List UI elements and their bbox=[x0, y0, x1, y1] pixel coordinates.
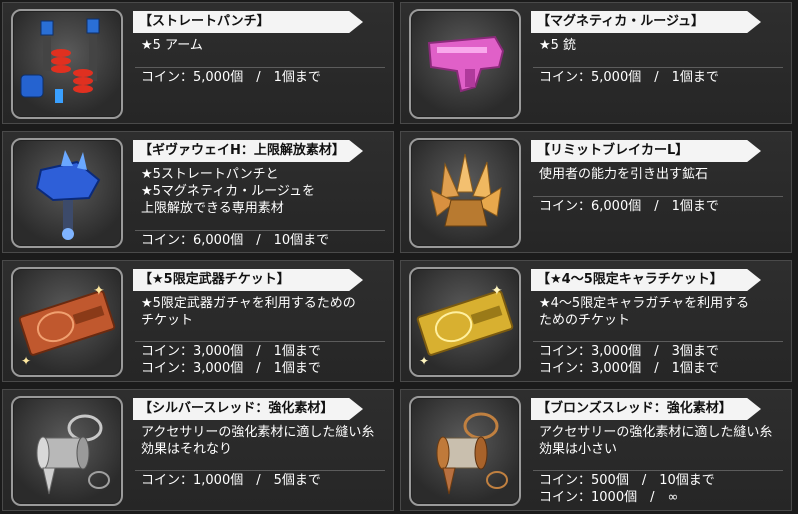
cost-line: コイン：3,000個 / 3個まで bbox=[533, 341, 783, 361]
svg-text:✦: ✦ bbox=[491, 283, 503, 299]
item-thumbnail bbox=[11, 396, 123, 506]
cost-line: コイン：1,000個 / 5個まで bbox=[135, 470, 385, 490]
item-thumbnail bbox=[11, 138, 123, 248]
shop-item-grid: 【ストレートパンチ】 ★5 アーム コイン：5,000個 / 1個まで 【マグネ… bbox=[0, 0, 798, 514]
item-title: 【ブロンズスレッド：強化素材】 bbox=[531, 398, 761, 420]
item-title: 【★5限定武器チケット】 bbox=[133, 269, 363, 291]
item-description: アクセサリーの強化素材に適した縫い糸 効果はそれなり bbox=[141, 425, 375, 457]
item-thumbnail: ✦ ✦ bbox=[11, 267, 123, 377]
svg-text:✦: ✦ bbox=[419, 354, 429, 368]
item-description: ★5 銃 bbox=[539, 38, 577, 53]
bronze-spool-icon bbox=[436, 412, 508, 495]
item-title: 【ギヴァウェイH：上限解放素材】 bbox=[133, 140, 363, 162]
item-description: ★5限定武器ガチャを利用するための チケット bbox=[141, 296, 356, 328]
item-description: ★5 アーム bbox=[141, 38, 203, 53]
item-title: 【マグネティカ・ルージュ】 bbox=[531, 11, 761, 33]
item-thumbnail bbox=[409, 138, 521, 248]
item-description: ★5ストレートパンチと ★5マグネティカ・ルージュを 上限解放できる専用素材 bbox=[141, 167, 315, 216]
cost-line: コイン：1000個 / ∞ bbox=[539, 490, 679, 505]
item-costs: コイン：500個 / 10個まで コイン：1000個 / ∞ bbox=[533, 470, 783, 507]
shop-item-card-star45-character-ticket[interactable]: ✦ ✦ 【★4～5限定キャラチケット】 ★4～5限定キャラガチャを利用する ため… bbox=[400, 260, 792, 382]
item-thumbnail bbox=[11, 9, 123, 119]
gold-ticket-icon: ✦ ✦ bbox=[416, 283, 514, 368]
svg-text:✦: ✦ bbox=[93, 283, 105, 299]
item-thumbnail: ✦ ✦ bbox=[409, 267, 521, 377]
svg-text:✦: ✦ bbox=[21, 354, 31, 368]
item-costs: コイン：6,000個 / 10個まで bbox=[135, 230, 385, 250]
shop-item-card-magnetica-rouge[interactable]: 【マグネティカ・ルージュ】 ★5 銃 コイン：5,000個 / 1個まで bbox=[400, 2, 792, 124]
shop-item-card-straight-punch[interactable]: 【ストレートパンチ】 ★5 アーム コイン：5,000個 / 1個まで bbox=[2, 2, 394, 124]
cost-line: コイン：6,000個 / 10個まで bbox=[135, 230, 385, 250]
item-description: 使用者の能力を引き出す鉱石 bbox=[539, 167, 709, 182]
item-title: 【シルバースレッド：強化素材】 bbox=[133, 398, 363, 420]
cost-line: コイン：5,000個 / 1個まで bbox=[135, 67, 385, 87]
cost-line: コイン：500個 / 10個まで bbox=[533, 470, 783, 490]
item-thumbnail bbox=[409, 396, 521, 506]
silver-spool-icon bbox=[36, 414, 110, 495]
item-description: ★4～5限定キャラガチャを利用する ためのチケット bbox=[539, 296, 750, 328]
item-title: 【ストレートパンチ】 bbox=[133, 11, 363, 33]
blue-claw-icon bbox=[35, 150, 101, 240]
item-costs: コイン：3,000個 / 1個まで コイン：3,000個 / 1個まで bbox=[135, 341, 385, 378]
robot-arm-icon bbox=[20, 18, 100, 103]
item-costs: コイン：6,000個 / 1個まで bbox=[533, 196, 783, 216]
cost-line: コイン：3,000個 / 1個まで bbox=[135, 341, 385, 361]
item-title: 【★4～5限定キャラチケット】 bbox=[531, 269, 761, 291]
shop-item-card-star5-weapon-ticket[interactable]: ✦ ✦ 【★5限定武器チケット】 ★5限定武器ガチャを利用するための チケット … bbox=[2, 260, 394, 382]
shop-item-card-bronze-thread[interactable]: 【ブロンズスレッド：強化素材】 アクセサリーの強化素材に適した縫い糸 効果は小さ… bbox=[400, 389, 792, 511]
cost-line: コイン：6,000個 / 1個まで bbox=[533, 196, 783, 216]
shop-item-card-limit-breaker-l[interactable]: 【リミットブレイカーL】 使用者の能力を引き出す鉱石 コイン：6,000個 / … bbox=[400, 131, 792, 253]
item-costs: コイン：1,000個 / 5個まで bbox=[135, 470, 385, 490]
pink-gun-icon bbox=[427, 35, 505, 93]
item-description: アクセサリーの強化素材に適した縫い糸 効果は小さい bbox=[539, 425, 773, 457]
bronze-ticket-icon: ✦ ✦ bbox=[18, 283, 116, 368]
item-costs: コイン：3,000個 / 3個まで コイン：3,000個 / 1個まで bbox=[533, 341, 783, 378]
cost-line: コイン：3,000個 / 1個まで bbox=[539, 361, 719, 376]
item-thumbnail bbox=[409, 9, 521, 119]
item-costs: コイン：5,000個 / 1個まで bbox=[533, 67, 783, 87]
item-title: 【リミットブレイカーL】 bbox=[531, 140, 761, 162]
cost-line: コイン：3,000個 / 1個まで bbox=[141, 361, 321, 376]
shop-item-card-silver-thread[interactable]: 【シルバースレッド：強化素材】 アクセサリーの強化素材に適した縫い糸 効果はそれ… bbox=[2, 389, 394, 511]
cost-line: コイン：5,000個 / 1個まで bbox=[533, 67, 783, 87]
shop-item-card-giveaway-h[interactable]: 【ギヴァウェイH：上限解放素材】 ★5ストレートパンチと ★5マグネティカ・ルー… bbox=[2, 131, 394, 253]
item-costs: コイン：5,000個 / 1個まで bbox=[135, 67, 385, 87]
crystal-ore-icon bbox=[430, 153, 502, 227]
